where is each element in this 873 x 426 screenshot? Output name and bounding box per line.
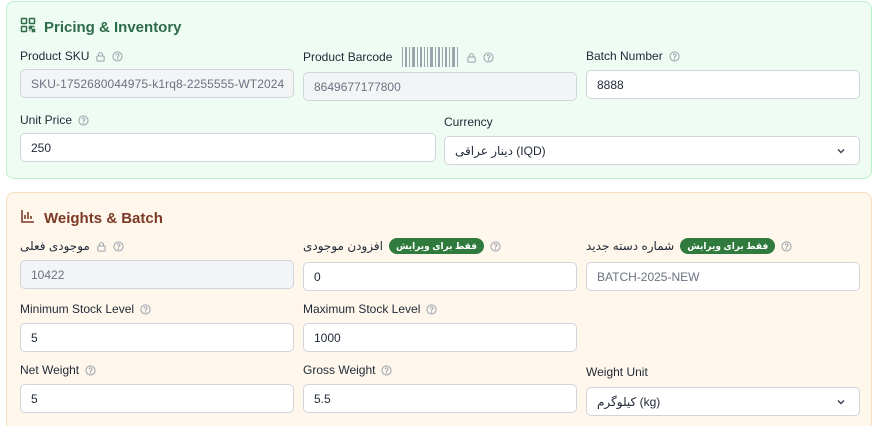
help-circle-icon[interactable] bbox=[113, 240, 124, 252]
gross-weight-label: Gross Weight bbox=[303, 363, 376, 377]
pricing-inventory-card: Pricing & Inventory Product SKU SKU-1752… bbox=[6, 1, 872, 179]
currency-label: Currency bbox=[444, 115, 493, 129]
help-circle-icon[interactable] bbox=[669, 50, 680, 62]
current-stock-input[interactable]: 10422 bbox=[20, 260, 294, 289]
help-circle-icon[interactable] bbox=[78, 114, 89, 126]
gross-weight-field: Gross Weight bbox=[303, 361, 393, 379]
product-sku-input[interactable]: SKU-1752680044975-k1rq8-2255555-WT2024 bbox=[20, 69, 294, 98]
pricing-section-title: Pricing & Inventory bbox=[44, 18, 182, 36]
batch-number-field: Batch Number bbox=[586, 47, 680, 65]
unit-price-input[interactable]: 250 bbox=[20, 133, 436, 162]
help-circle-icon[interactable] bbox=[490, 240, 501, 252]
min-stock-input[interactable]: 5 bbox=[20, 323, 294, 352]
current-stock-field: موجودی فعلی bbox=[20, 237, 124, 255]
currency-field: Currency bbox=[444, 113, 493, 131]
product-barcode-input[interactable]: 8649677177800 bbox=[303, 72, 577, 101]
net-weight-label: Net Weight bbox=[20, 363, 80, 377]
min-stock-field: Minimum Stock Level bbox=[20, 300, 151, 318]
chevron-down-icon bbox=[837, 148, 845, 153]
currency-select[interactable]: دینار عراقی (IQD) bbox=[444, 136, 860, 165]
qr-code-icon bbox=[20, 17, 36, 37]
add-stock-field: افزودن موجودی فقط برای ویرایش bbox=[303, 237, 501, 255]
product-sku-field: Product SKU bbox=[20, 47, 123, 65]
product-sku-label: Product SKU bbox=[20, 49, 90, 63]
help-circle-icon[interactable] bbox=[483, 51, 494, 63]
barcode-icon bbox=[402, 47, 460, 67]
bar-chart-icon bbox=[20, 208, 36, 228]
weight-unit-label: Weight Unit bbox=[586, 365, 648, 379]
help-circle-icon[interactable] bbox=[426, 303, 437, 315]
edit-only-badge: فقط برای ویرایش bbox=[680, 238, 776, 254]
new-batch-label: شماره دسته جدید bbox=[586, 239, 675, 253]
help-circle-icon[interactable] bbox=[381, 364, 393, 376]
current-stock-label: موجودی فعلی bbox=[20, 239, 90, 253]
product-barcode-field: Product Barcode bbox=[303, 47, 494, 67]
currency-value: دینار عراقی (IQD) bbox=[455, 143, 546, 158]
net-weight-input[interactable]: 5 bbox=[20, 384, 294, 413]
help-circle-icon[interactable] bbox=[781, 240, 792, 252]
batch-number-label: Batch Number bbox=[586, 49, 663, 63]
weight-unit-value: کیلوگرم (kg) bbox=[597, 394, 661, 409]
batch-number-input[interactable]: 8888 bbox=[586, 70, 860, 99]
new-batch-field: شماره دسته جدید فقط برای ویرایش bbox=[586, 237, 792, 255]
unit-price-field: Unit Price bbox=[20, 111, 89, 129]
chevron-down-icon bbox=[837, 399, 845, 404]
add-stock-label: افزودن موجودی bbox=[303, 239, 383, 253]
gross-weight-input[interactable]: 5.5 bbox=[303, 384, 577, 413]
weights-section-header: Weights & Batch bbox=[20, 208, 163, 228]
lock-icon bbox=[95, 51, 106, 62]
min-stock-label: Minimum Stock Level bbox=[20, 302, 135, 316]
help-circle-icon[interactable] bbox=[85, 364, 96, 376]
pricing-section-header: Pricing & Inventory bbox=[20, 17, 182, 37]
lock-icon bbox=[466, 52, 477, 63]
net-weight-field: Net Weight bbox=[20, 361, 96, 379]
add-stock-input[interactable]: 0 bbox=[303, 262, 577, 291]
lock-icon bbox=[96, 241, 107, 252]
max-stock-input[interactable]: 1000 bbox=[303, 323, 577, 352]
unit-price-label: Unit Price bbox=[20, 113, 73, 127]
weight-unit-field: Weight Unit bbox=[586, 363, 648, 381]
max-stock-field: Maximum Stock Level bbox=[303, 300, 437, 318]
max-stock-label: Maximum Stock Level bbox=[303, 302, 421, 316]
help-circle-icon[interactable] bbox=[112, 50, 123, 62]
weights-batch-card: Weights & Batch موجودی فعلی 10422 افزودن… bbox=[6, 192, 872, 426]
edit-only-badge: فقط برای ویرایش bbox=[388, 238, 485, 254]
product-barcode-label: Product Barcode bbox=[303, 50, 393, 64]
help-circle-icon[interactable] bbox=[140, 303, 151, 315]
weight-unit-select[interactable]: کیلوگرم (kg) bbox=[586, 387, 860, 416]
weights-section-title: Weights & Batch bbox=[44, 209, 163, 227]
new-batch-input[interactable]: BATCH-2025-NEW bbox=[586, 262, 860, 291]
